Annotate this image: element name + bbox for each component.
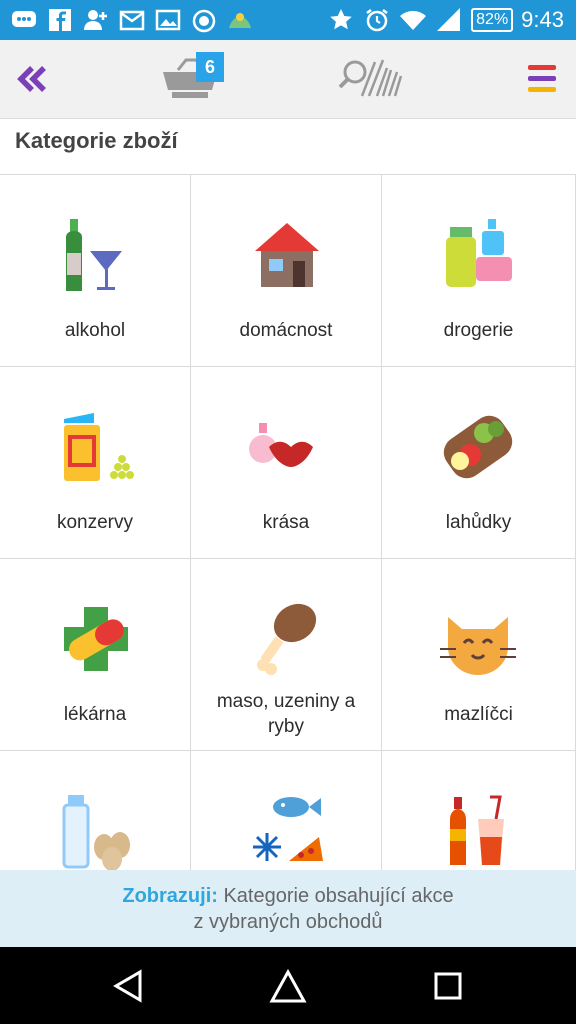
section-title: Kategorie zboží	[15, 128, 178, 153]
lips-perfume-icon	[248, 423, 313, 467]
battery-indicator: 82%	[471, 8, 514, 32]
back-double-chevron-icon	[17, 66, 46, 92]
menu-icon	[528, 65, 556, 92]
alarm-icon	[366, 9, 388, 32]
filter-info-line2: z vybraných obchodů	[193, 910, 383, 933]
cosmetics-icon	[445, 219, 512, 287]
category-mazlicci[interactable]: mazlíčci	[382, 559, 576, 751]
category-alkohol[interactable]: alkohol	[0, 175, 191, 367]
scan-search-button[interactable]	[335, 40, 405, 118]
nav-home-button[interactable]	[248, 947, 328, 1024]
category-lahudky[interactable]: lahůdky	[382, 367, 576, 559]
signal-icon	[437, 8, 461, 31]
weather-icon	[229, 13, 251, 28]
back-button[interactable]	[8, 40, 58, 118]
meat-icon	[256, 603, 316, 675]
drinks-icon	[449, 795, 504, 865]
gallery-icon	[155, 9, 181, 31]
category-mlecne-vyrobky[interactable]	[0, 751, 191, 871]
category-label: krása	[262, 511, 310, 533]
alarm-app-icon	[192, 9, 216, 33]
star-icon	[330, 9, 352, 30]
back-icon	[113, 968, 142, 1003]
nav-recents-button[interactable]	[408, 947, 488, 1024]
category-napoje[interactable]	[382, 751, 576, 871]
pharmacy-icon	[63, 607, 128, 671]
sandwich-icon	[443, 415, 512, 479]
frozen-food-icon	[252, 797, 323, 861]
facebook-icon	[49, 9, 71, 31]
category-label: lékárna	[63, 703, 127, 725]
category-konzervy[interactable]: konzervy	[0, 367, 191, 559]
search-barcode-icon	[338, 59, 403, 97]
category-label: konzervy	[56, 511, 134, 533]
category-domacnost[interactable]: domácnost	[191, 175, 382, 367]
basket-button[interactable]: 6	[155, 40, 225, 118]
category-label: maso, uzeniny a ryby	[216, 691, 356, 737]
clock: 9:43	[521, 7, 564, 32]
chat-icon	[12, 11, 36, 27]
wifi-icon	[400, 10, 427, 30]
category-maso-uzeniny-a-ryby[interactable]: maso, uzeniny a ryby	[191, 559, 382, 751]
can-icon	[63, 413, 134, 481]
menu-button[interactable]	[520, 40, 564, 118]
cat-icon	[439, 617, 516, 675]
house-icon	[254, 223, 319, 287]
category-drogerie[interactable]: drogerie	[382, 175, 576, 367]
category-label: alkohol	[64, 319, 126, 341]
filter-info-line1: Zobrazuji: Kategorie obsahující akce	[122, 883, 453, 909]
wine-icon	[65, 219, 122, 291]
category-label: mazlíčci	[444, 703, 513, 725]
category-label: lahůdky	[445, 511, 512, 533]
add-contact-icon	[84, 10, 107, 30]
app-toolbar: 6	[0, 40, 576, 119]
filter-info-prefix: Zobrazuji:	[122, 884, 218, 907]
filter-info-text: Kategorie obsahující akce	[223, 884, 454, 907]
category-label: drogerie	[443, 319, 514, 341]
category-grid: alkohol domácnost drogerie konzervy krás…	[0, 174, 576, 871]
status-bar: 82% 9:43	[0, 0, 576, 40]
category-label: domácnost	[239, 319, 333, 341]
system-navigation-bar	[0, 947, 576, 1024]
cart-badge: 6	[196, 52, 224, 82]
nav-back-button[interactable]	[88, 947, 168, 1024]
gmail-icon	[119, 10, 145, 31]
milk-eggs-icon	[62, 795, 130, 871]
recents-icon	[434, 972, 462, 999]
home-icon	[269, 968, 307, 1002]
filter-info-bar[interactable]: Zobrazuji: Kategorie obsahující akce z v…	[0, 870, 576, 947]
category-krasa[interactable]: krása	[191, 367, 382, 559]
category-mrazene[interactable]	[191, 751, 382, 871]
category-lekarna[interactable]: lékárna	[0, 559, 191, 751]
